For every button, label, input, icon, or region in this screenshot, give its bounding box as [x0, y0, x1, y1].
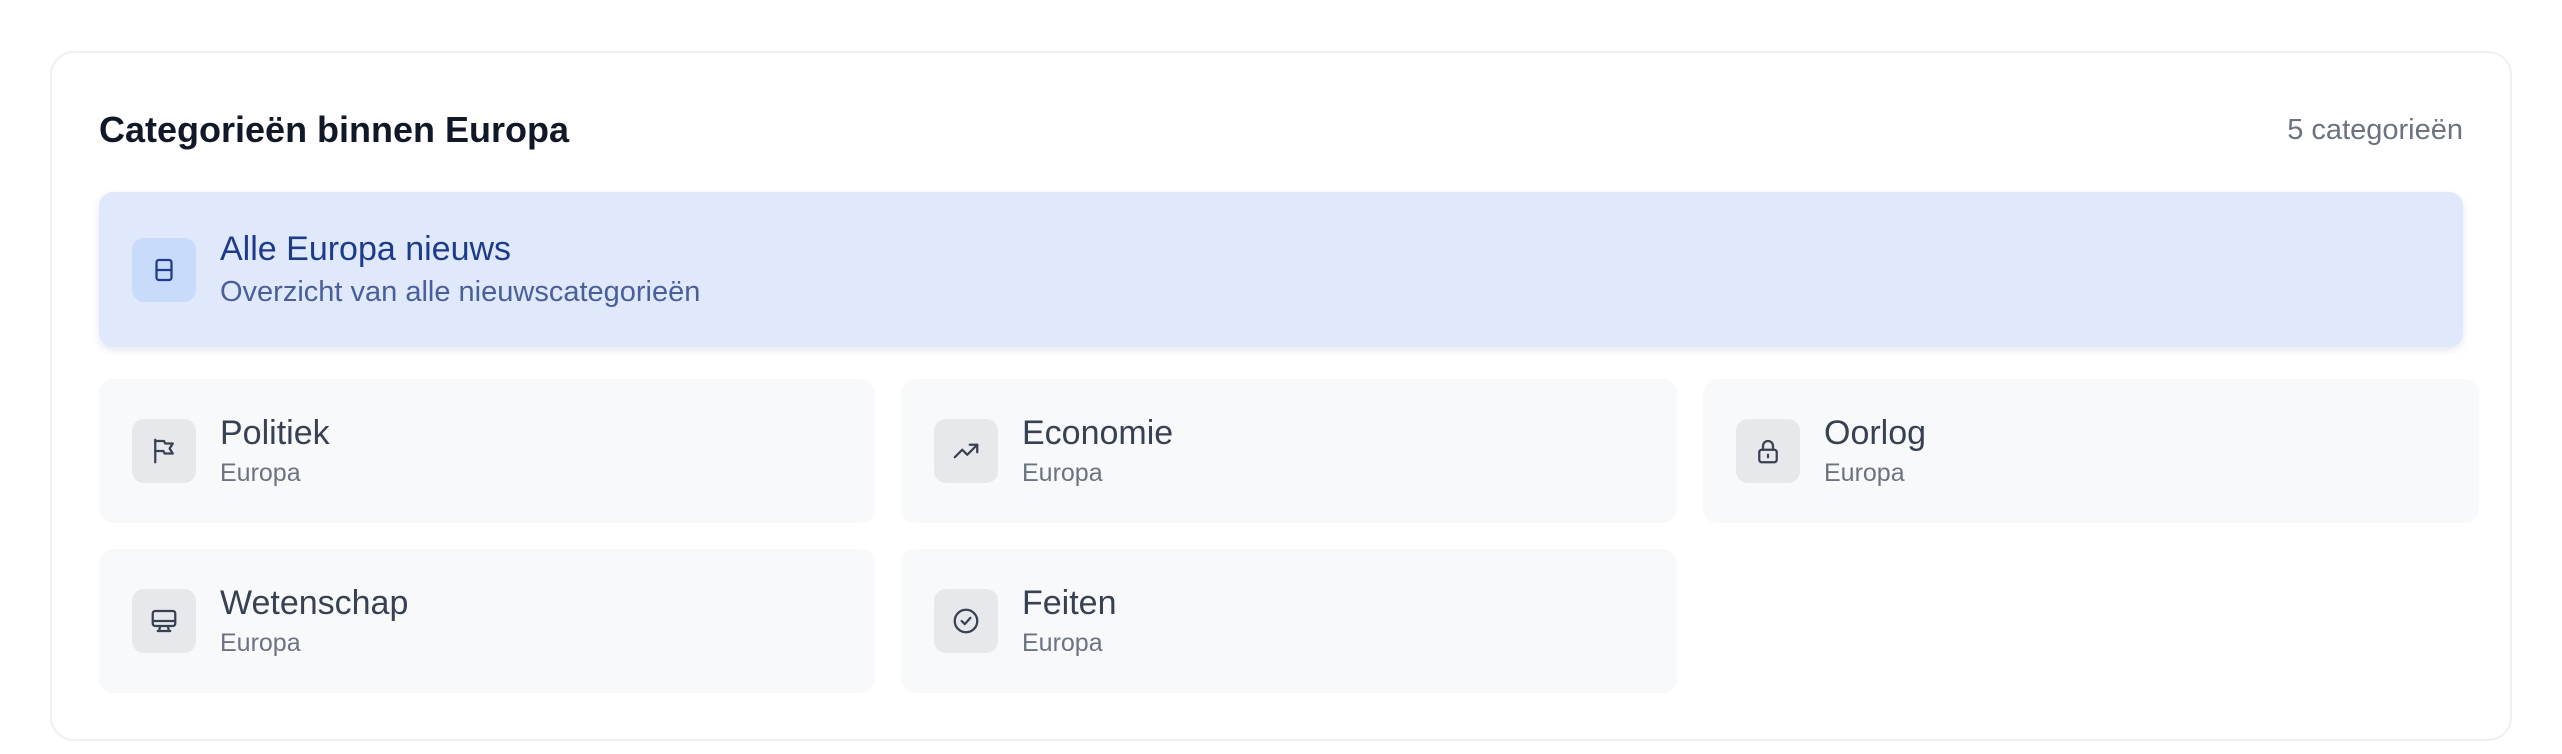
category-name: Economie [1022, 414, 1174, 452]
category-card-politiek[interactable]: Politiek Europa [99, 379, 875, 523]
lock-icon [1736, 419, 1800, 483]
featured-title: Alle Europa nieuws [220, 229, 512, 268]
category-card-oorlog[interactable]: Oorlog Europa [1703, 379, 2479, 523]
category-count: 5 categorieën [2287, 113, 2463, 146]
categories-panel: Categorieën binnen Europa 5 categorieën … [50, 51, 2512, 741]
category-region: Europa [1022, 459, 1103, 487]
category-card-feiten[interactable]: Feiten Europa [901, 549, 1677, 693]
featured-subtitle: Overzicht van alle nieuwscategorieën [220, 275, 701, 308]
flag-icon [132, 419, 196, 483]
category-name: Politiek [220, 414, 330, 452]
category-region: Europa [220, 459, 301, 487]
monitor-icon [132, 589, 196, 653]
panel-header: Categorieën binnen Europa 5 categorieën [99, 105, 2463, 155]
category-card-wetenschap[interactable]: Wetenschap Europa [99, 549, 875, 693]
all-europe-news-link[interactable]: Alle Europa nieuws Overzicht van alle ni… [99, 192, 2463, 347]
trending-up-icon [934, 419, 998, 483]
category-name: Oorlog [1824, 414, 1927, 452]
category-grid: Politiek Europa Economie Europa Oorlog E… [99, 379, 2479, 693]
check-circle-icon [934, 589, 998, 653]
category-region: Europa [1824, 459, 1905, 487]
category-card-economie[interactable]: Economie Europa [901, 379, 1677, 523]
category-region: Europa [220, 629, 301, 657]
category-region: Europa [1022, 629, 1103, 657]
newspaper-icon [132, 237, 196, 302]
panel-title: Categorieën binnen Europa [99, 109, 570, 150]
category-name: Feiten [1022, 584, 1117, 622]
featured-text: Alle Europa nieuws Overzicht van alle ni… [220, 228, 700, 312]
category-name: Wetenschap [220, 584, 409, 622]
